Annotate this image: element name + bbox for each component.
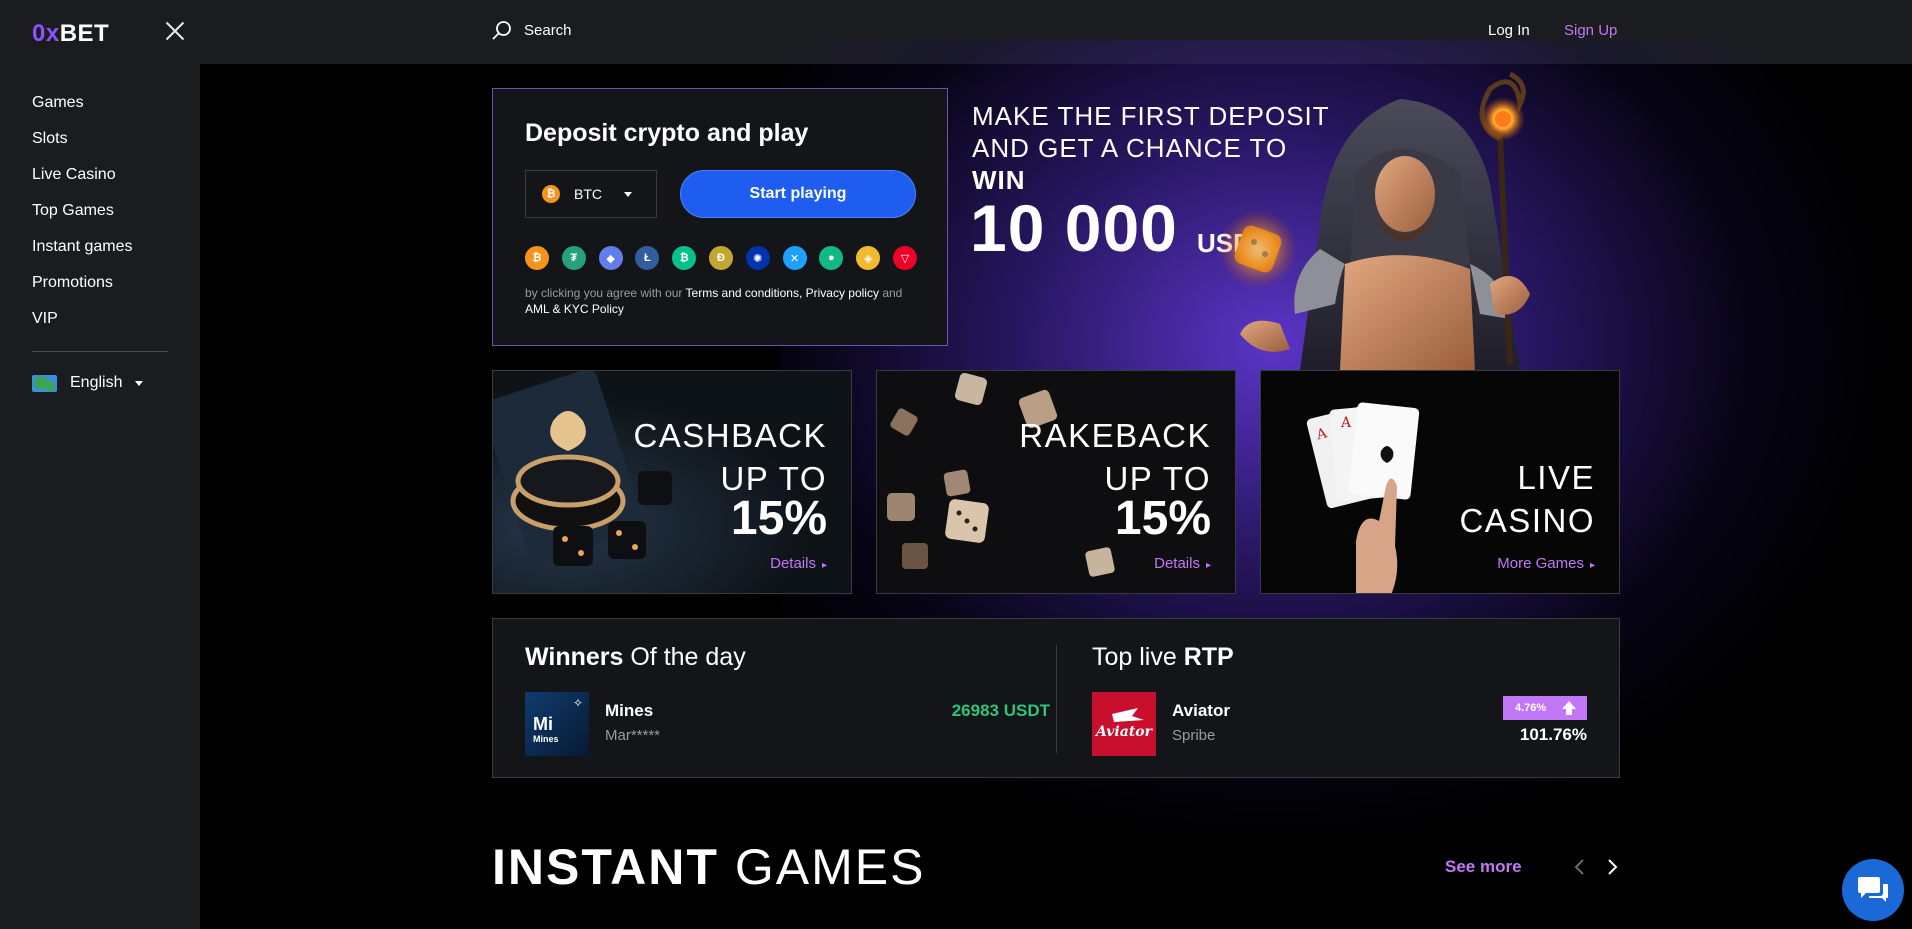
language-selector[interactable]: English: [32, 374, 144, 392]
terms-link[interactable]: Terms and conditions, Privacy policy: [686, 286, 879, 300]
sidebar-item-live-casino[interactable]: Live Casino: [32, 162, 133, 198]
sidebar-item-games[interactable]: Games: [32, 90, 133, 126]
live-casino-title: LIVE: [1517, 459, 1595, 496]
rtp-value: 101.76%: [1519, 725, 1587, 744]
search-label: Search: [524, 21, 572, 39]
dogecoin-icon: Ð: [708, 246, 733, 270]
mines-game-thumbnail[interactable]: Mi Mines ✧: [525, 692, 589, 756]
login-button[interactable]: Log In: [1488, 22, 1530, 39]
rtp-title: Top live RTP: [1092, 643, 1234, 672]
playing-cards-hand-illustration: A A: [1306, 402, 1420, 593]
instant-title-bold: INSTANT: [492, 839, 719, 895]
winner-amount: 26983 USDT: [951, 701, 1050, 720]
sidebar: 0xBET Games Slots Live Casino Top Games …: [0, 0, 200, 929]
winners-title: Winners Of the day: [525, 643, 746, 672]
cashback-details-link[interactable]: Details: [770, 555, 827, 572]
rakeback-title: RAKEBACK: [1019, 417, 1211, 454]
rakeback-percent: 15%: [1114, 492, 1211, 545]
winners-title-rest: Of the day: [630, 643, 746, 671]
tron-icon: ▽: [892, 246, 917, 270]
panel-divider: [1056, 645, 1057, 753]
svg-text:Aviator: Aviator: [1094, 724, 1154, 740]
chevron-down-icon: [624, 191, 632, 197]
sidebar-nav: Games Slots Live Casino Top Games Instan…: [32, 90, 133, 342]
start-playing-button[interactable]: Start playing: [680, 170, 916, 218]
live-casino-subtitle: CASINO: [1459, 502, 1595, 539]
winners-title-bold: Winners: [525, 643, 624, 671]
bitcoin-cash-icon: ₿: [672, 246, 697, 270]
cashback-title: CASHBACK: [633, 417, 827, 454]
more-games-link[interactable]: More Games: [1497, 555, 1595, 572]
rtp-provider: Spribe: [1172, 727, 1216, 744]
mines-thumbnail-sublabel: Mines: [533, 734, 559, 744]
see-more-link[interactable]: See more: [1445, 857, 1522, 877]
tron-usdc-icon: ●: [819, 246, 844, 270]
rtp-game-name[interactable]: Aviator: [1172, 701, 1230, 721]
star-icon: ✧: [572, 696, 583, 710]
chat-bubble-icon: [1858, 877, 1888, 902]
winners-rtp-panel: Winners Of the day Mi Mines ✧ Mines Mar*…: [492, 618, 1620, 778]
sidebar-item-vip[interactable]: VIP: [32, 306, 133, 342]
coin-select[interactable]: ₿ BTC: [525, 170, 657, 218]
arrow-up-icon: [1562, 701, 1576, 715]
wizard-hero-illustration: [1218, 71, 1530, 370]
rtp-title-rest: Top live: [1092, 643, 1177, 671]
sidebar-item-top-games[interactable]: Top Games: [32, 198, 133, 234]
instant-games-heading: INSTANT GAMES: [492, 838, 925, 896]
chevron-right-icon[interactable]: [1602, 857, 1622, 877]
bitcoin-icon: ₿: [525, 246, 549, 270]
terms-text: by clicking you agree with our Terms and…: [525, 285, 925, 317]
cashback-percent: 15%: [730, 492, 827, 545]
terms-and: and: [882, 286, 903, 300]
close-sidebar-icon[interactable]: [164, 20, 186, 42]
cardano-icon: ✺: [745, 246, 770, 270]
coin-select-value: BTC: [574, 186, 602, 202]
rtp-change-value: 4.76%: [1515, 702, 1547, 714]
live-casino-card[interactable]: A A LIVE CASINO More Games: [1260, 370, 1620, 594]
rakeback-card[interactable]: RAKEBACK UP TO 15% Details: [876, 370, 1236, 594]
logo-prefix: 0x: [32, 20, 60, 47]
sidebar-item-slots[interactable]: Slots: [32, 126, 133, 162]
rtp-title-bold: RTP: [1183, 643, 1234, 671]
aviator-logo-icon: Aviator: [1094, 708, 1154, 740]
chevron-down-icon: [135, 380, 144, 386]
coin-icons: ₿ ₮ ◆ Ł ₿ Ð ✺ ✕ ● ◈ ▽: [525, 246, 930, 270]
live-chat-button[interactable]: [1842, 859, 1904, 921]
bitcoin-icon: ₿: [542, 185, 560, 203]
language-label: English: [70, 374, 123, 391]
mines-thumbnail-label: Mi: [533, 714, 553, 734]
search-button[interactable]: Search: [492, 20, 572, 40]
tether-icon: ₮: [561, 246, 586, 270]
chevron-left-icon[interactable]: [1570, 857, 1590, 877]
sidebar-item-promotions[interactable]: Promotions: [32, 270, 133, 306]
logo-suffix: BET: [59, 20, 110, 47]
deposit-card: Deposit crypto and play ₿ BTC Start play…: [492, 88, 948, 346]
instant-title-rest: GAMES: [734, 839, 926, 895]
terms-prefix: by clicking you agree with our: [525, 286, 683, 300]
winner-game-name[interactable]: Mines: [605, 701, 653, 721]
logo[interactable]: 0xBET: [32, 20, 109, 48]
ethereum-icon: ◆: [598, 246, 623, 270]
cashback-card[interactable]: CASHBACK UP TO 15% Details: [492, 370, 852, 594]
search-icon: [492, 21, 511, 40]
binance-icon: ◈: [856, 246, 881, 270]
signup-button[interactable]: Sign Up: [1564, 22, 1617, 39]
poker-chips-dice-illustration: [493, 371, 672, 566]
ripple-icon: ✕: [782, 246, 807, 270]
sidebar-divider: [32, 351, 168, 352]
aml-link[interactable]: AML & KYC Policy: [525, 302, 624, 316]
deposit-title: Deposit crypto and play: [525, 119, 809, 147]
promo-amount: 10 000: [970, 191, 1178, 265]
litecoin-icon: Ł: [635, 246, 660, 270]
sidebar-item-instant-games[interactable]: Instant games: [32, 234, 133, 270]
winner-user: Mar*****: [605, 727, 661, 744]
svg-text:A: A: [1340, 415, 1352, 431]
globe-flag-icon: [32, 374, 57, 392]
rakeback-details-link[interactable]: Details: [1154, 555, 1211, 572]
rtp-change-badge: 4.76%: [1503, 696, 1587, 720]
aviator-game-thumbnail[interactable]: Aviator: [1092, 692, 1156, 756]
